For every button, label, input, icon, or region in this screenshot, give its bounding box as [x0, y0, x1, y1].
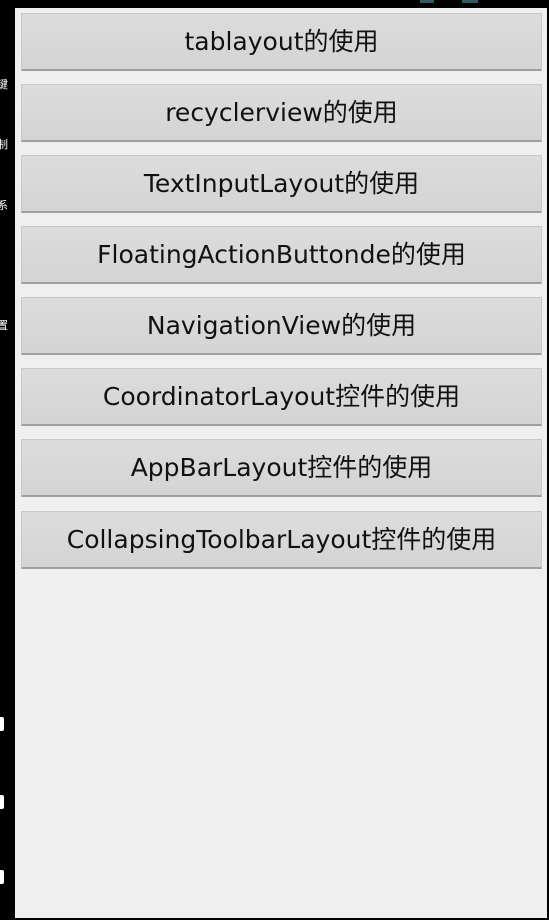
battery-icon: [462, 0, 478, 3]
collapsingtoolbarlayout-button[interactable]: CollapsingToolbarLayout控件的使用: [21, 511, 542, 569]
left-background-strip: 键 制 系 置: [0, 0, 15, 920]
appbarlayout-button[interactable]: AppBarLayout控件的使用: [21, 439, 542, 497]
floatingactionbutton-button[interactable]: FloatingActionButtonde的使用: [21, 226, 542, 284]
coordinatorlayout-button[interactable]: CoordinatorLayout控件的使用: [21, 368, 542, 426]
recyclerview-button[interactable]: recyclerview的使用: [21, 84, 542, 142]
navigationview-button[interactable]: NavigationView的使用: [21, 297, 542, 355]
app-screen: tablayout的使用 recyclerview的使用 TextInputLa…: [15, 8, 547, 918]
strip-glyph: [0, 717, 4, 731]
strip-char: 制: [0, 138, 8, 151]
strip-char: 系: [0, 199, 8, 212]
tablayout-button[interactable]: tablayout的使用: [21, 13, 542, 71]
strip-glyph: [0, 870, 4, 884]
textinputlayout-button[interactable]: TextInputLayout的使用: [21, 155, 542, 213]
strip-glyph: [0, 795, 4, 809]
strip-char: 键: [0, 78, 8, 91]
signal-icon: [420, 0, 434, 3]
strip-char: 置: [0, 319, 8, 332]
status-bar: [15, 0, 549, 8]
